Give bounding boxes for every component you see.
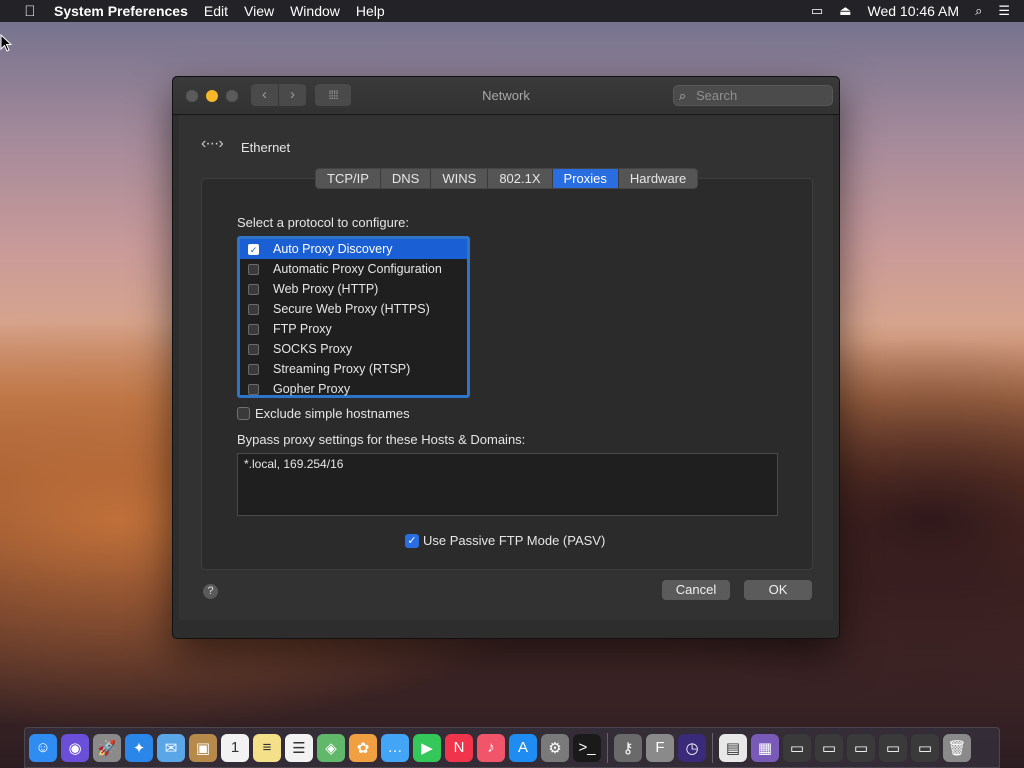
search-field[interactable]: ⌕ Search [673, 85, 833, 106]
menu-extras: ▭ ⏏ Wed 10:46 AM ⌕ ☰ [811, 3, 1010, 19]
notes-icon[interactable]: ≡ [253, 733, 281, 762]
protocol-list-label: Select a protocol to configure: [237, 215, 409, 230]
system-preferences-icon[interactable]: ⚙ [541, 733, 569, 762]
protocol-label: Gopher Proxy [273, 382, 351, 396]
mouse-pointer-icon [0, 34, 12, 52]
protocol-row-ftp-proxy[interactable]: FTP Proxy [240, 319, 467, 339]
tab-wins[interactable]: WINS [431, 169, 489, 188]
protocol-label: Web Proxy (HTTP) [273, 282, 379, 296]
messages-icon[interactable]: … [381, 733, 409, 762]
menu-app-name[interactable]: System Preferences [54, 3, 188, 19]
contacts-icon[interactable]: ▣ [189, 733, 217, 762]
window-content: ‹···› Ethernet TCP/IP DNS WINS 802.1X Pr… [179, 115, 833, 620]
launchpad-icon[interactable]: 🚀 [93, 733, 121, 762]
music-icon[interactable]: ♪ [477, 733, 505, 762]
protocol-row-gopher-proxy[interactable]: Gopher Proxy [240, 379, 467, 399]
exclude-simple-hostnames-option[interactable]: Exclude simple hostnames [237, 406, 410, 421]
interface-name: Ethernet [241, 140, 291, 155]
window-thumb-2-icon[interactable]: ▭ [815, 733, 843, 762]
dock-separator [712, 732, 713, 763]
trash-icon[interactable]: 🗑 [943, 733, 971, 762]
search-icon: ⌕ [679, 88, 687, 103]
news-icon[interactable]: N [445, 733, 473, 762]
search-placeholder: Search [696, 88, 738, 103]
eject-icon[interactable]: ⏏ [839, 3, 851, 19]
protocol-row-web-proxy-http[interactable]: Web Proxy (HTTP) [240, 279, 467, 299]
ok-button[interactable]: OK [744, 580, 812, 600]
bypass-label: Bypass proxy settings for these Hosts & … [237, 432, 526, 447]
protocol-label: Auto Proxy Discovery [273, 242, 393, 256]
keychain-icon[interactable]: ⚷ [614, 733, 642, 762]
reminders-icon[interactable]: ☰ [285, 733, 313, 762]
dock-separator [607, 732, 608, 763]
appstore-icon[interactable]: A [509, 733, 537, 762]
tab-tcpip[interactable]: TCP/IP [316, 169, 381, 188]
notification-center-icon[interactable]: ☰ [998, 3, 1010, 19]
protocol-checkbox-web-proxy-http[interactable] [248, 283, 259, 295]
protocol-checkbox-ftp-proxy[interactable] [248, 323, 259, 335]
menu-window[interactable]: Window [290, 3, 340, 19]
safari-icon[interactable]: ✦ [125, 733, 153, 762]
ethernet-icon: ‹···› [201, 135, 224, 152]
apple-menu-icon[interactable]:  [20, 3, 40, 20]
exclude-simple-hostnames-label: Exclude simple hostnames [255, 406, 410, 421]
cancel-button[interactable]: Cancel [662, 580, 730, 600]
protocol-row-secure-web-proxy-https[interactable]: Secure Web Proxy (HTTPS) [240, 299, 467, 319]
protocol-row-auto-proxy-discovery[interactable]: ✓ Auto Proxy Discovery [240, 239, 467, 259]
passive-ftp-label: Use Passive FTP Mode (PASV) [423, 533, 606, 548]
tab-dns[interactable]: DNS [381, 169, 432, 188]
tab-8021x[interactable]: 802.1X [488, 169, 553, 188]
passive-ftp-checkbox[interactable]: ✓ [405, 533, 419, 548]
protocol-checkbox-socks-proxy[interactable] [248, 343, 259, 355]
passive-ftp-option[interactable]: ✓ Use Passive FTP Mode (PASV) [405, 533, 605, 548]
protocol-label: Automatic Proxy Configuration [273, 262, 442, 276]
menu-bar:  System Preferences Edit View Window He… [0, 0, 1024, 22]
protocol-row-automatic-proxy-configuration[interactable]: Automatic Proxy Configuration [240, 259, 467, 279]
protocol-label: FTP Proxy [273, 322, 332, 336]
protocol-checkbox-streaming-proxy-rtsp[interactable] [248, 363, 259, 375]
help-button[interactable]: ? [203, 584, 218, 599]
screenshot-icon[interactable]: ▦ [751, 733, 779, 762]
maps-icon[interactable]: ◈ [317, 733, 345, 762]
protocol-row-socks-proxy[interactable]: SOCKS Proxy [240, 339, 467, 359]
window-thumb-3-icon[interactable]: ▭ [847, 733, 875, 762]
settings-tabs: TCP/IP DNS WINS 802.1X Proxies Hardware [315, 168, 699, 189]
protocol-label: SOCKS Proxy [273, 342, 353, 356]
exclude-simple-hostnames-checkbox[interactable] [237, 407, 250, 420]
protocol-checkbox-auto-proxy-discovery[interactable]: ✓ [248, 243, 259, 255]
protocol-checkbox-gopher-proxy[interactable] [248, 383, 259, 395]
bypass-hosts-field[interactable]: *.local, 169.254/16 [237, 453, 778, 516]
terminal-icon[interactable]: >_ [573, 733, 601, 762]
calendar-icon[interactable]: 1 [221, 733, 249, 762]
tab-proxies[interactable]: Proxies [552, 169, 619, 188]
window-thumb-5-icon[interactable]: ▭ [911, 733, 939, 762]
menu-clock[interactable]: Wed 10:46 AM [867, 3, 959, 19]
siri-icon[interactable]: ◉ [61, 733, 89, 762]
protocol-checkbox-automatic-proxy-configuration[interactable] [248, 263, 259, 275]
font-book-icon[interactable]: F [646, 733, 674, 762]
tab-hardware[interactable]: Hardware [619, 169, 697, 188]
window-titlebar[interactable]: ‹ › ⁞⁞⁞⁞ Network ⌕ Search [173, 77, 839, 115]
menu-help[interactable]: Help [356, 3, 385, 19]
mail-icon[interactable]: ✉ [157, 733, 185, 762]
finder-icon[interactable]: ☺ [29, 733, 57, 762]
menu-view[interactable]: View [244, 3, 274, 19]
window-thumb-4-icon[interactable]: ▭ [879, 733, 907, 762]
facetime-icon[interactable]: ▶ [413, 733, 441, 762]
protocol-label: Secure Web Proxy (HTTPS) [273, 302, 430, 316]
document-icon[interactable]: ▤ [719, 733, 747, 762]
time-machine-icon[interactable]: ◷ [678, 733, 706, 762]
protocol-checkbox-secure-web-proxy-https[interactable] [248, 303, 259, 315]
menu-edit[interactable]: Edit [204, 3, 228, 19]
dock: ☺ ◉ 🚀 ✦ ✉ ▣ 1 ≡ ☰ ◈ ✿… ▶ N ♪ A ⚙ >_ ⚷ F ◷ ▤ ▦ ▭ ▭ ▭ ▭ ▭ 🗑 [24, 727, 1000, 768]
network-preferences-window: ‹ › ⁞⁞⁞⁞ Network ⌕ Search ‹···› Ethernet… [172, 76, 840, 639]
window-thumb-1-icon[interactable]: ▭ [783, 733, 811, 762]
display-mirroring-icon[interactable]: ▭ [811, 3, 823, 19]
protocol-row-streaming-proxy-rtsp[interactable]: Streaming Proxy (RTSP) [240, 359, 467, 379]
protocol-list[interactable]: ✓ Auto Proxy Discovery Automatic Proxy C… [237, 236, 470, 398]
protocol-label: Streaming Proxy (RTSP) [273, 362, 411, 376]
photos-icon[interactable]: ✿ [349, 733, 377, 762]
spotlight-search-icon[interactable]: ⌕ [975, 3, 982, 19]
